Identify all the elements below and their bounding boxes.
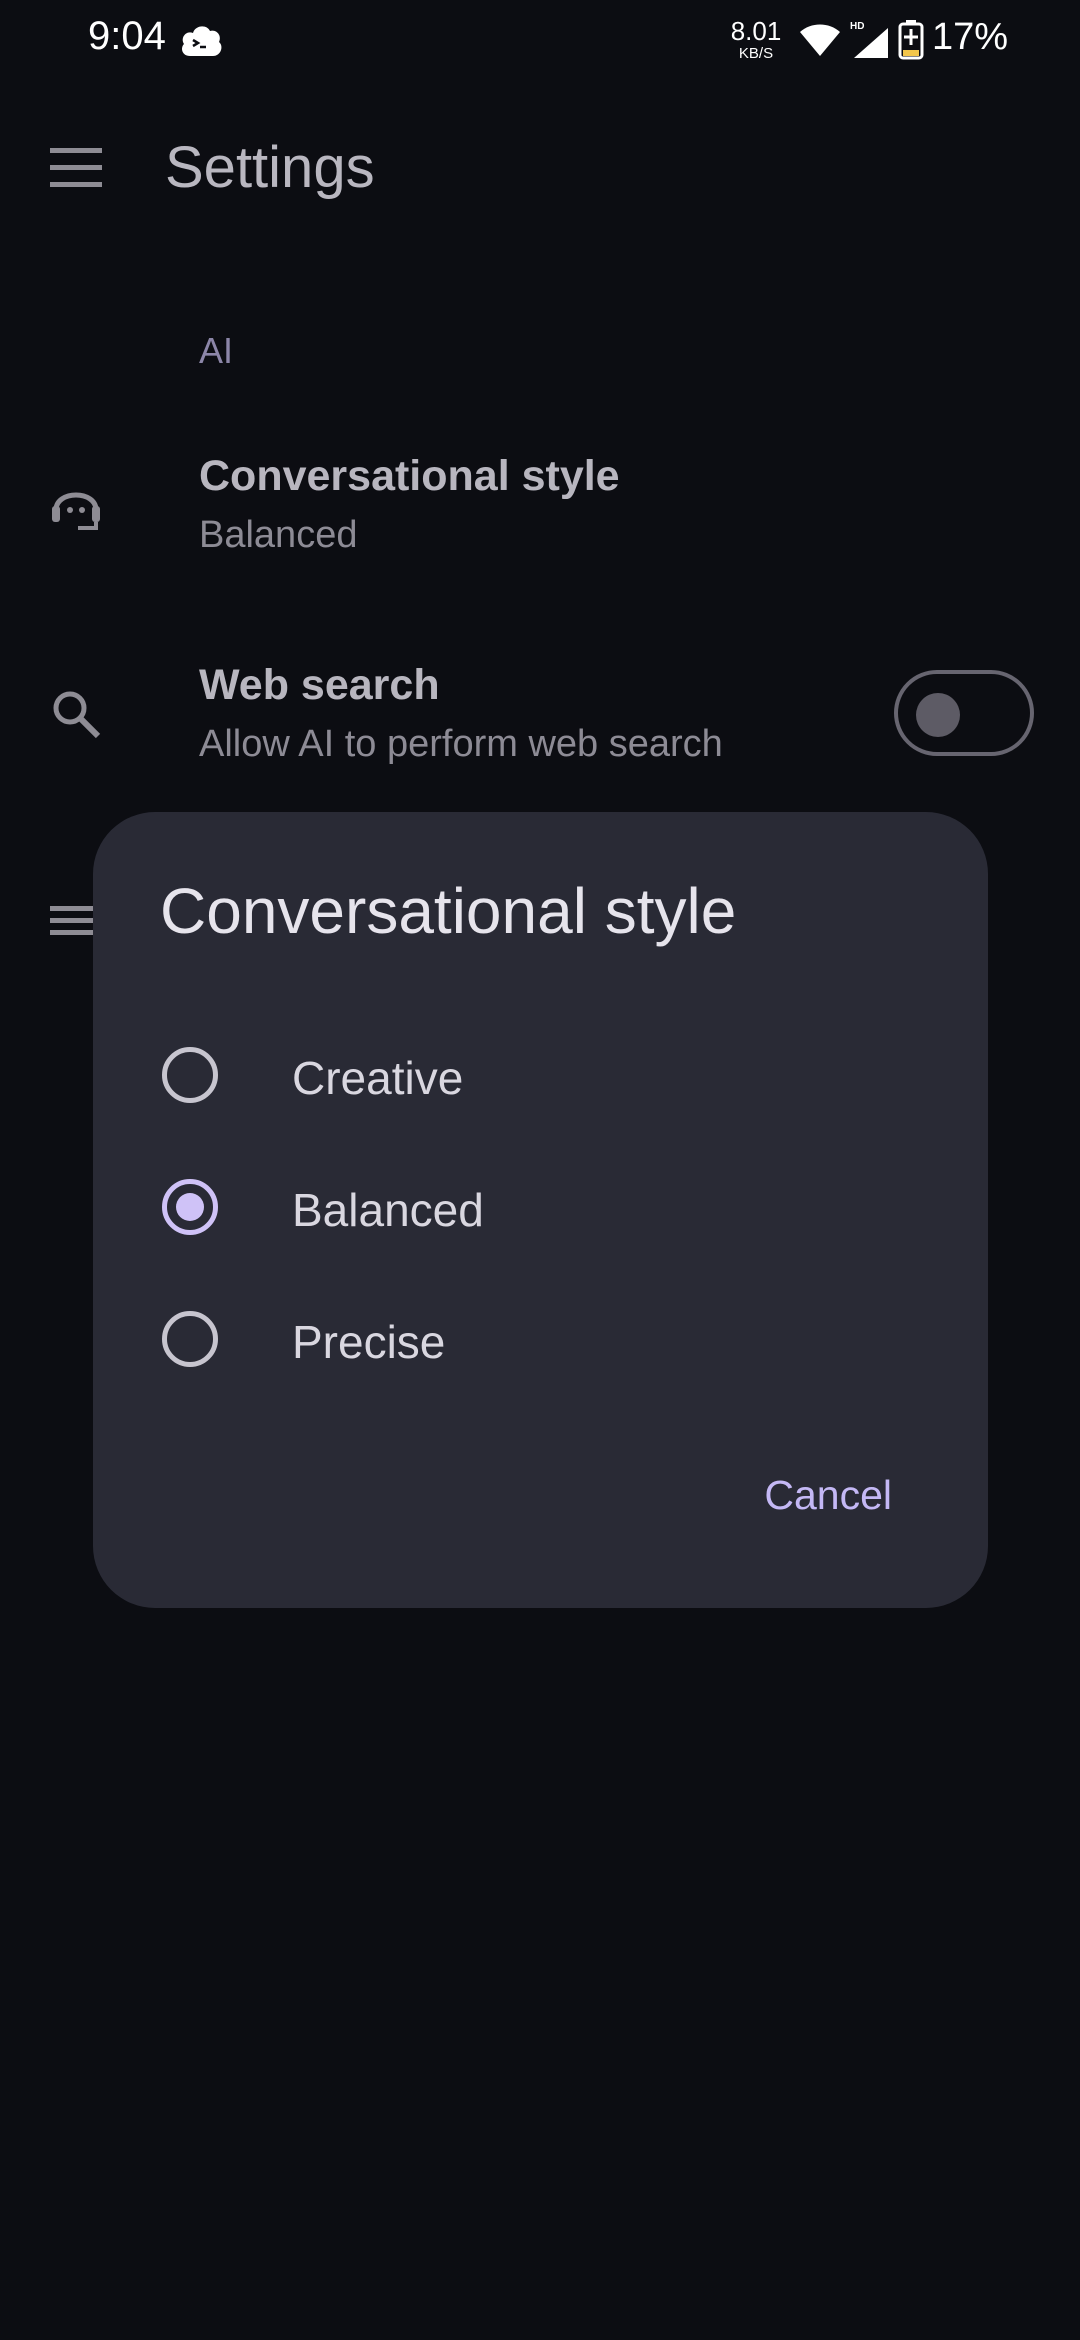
radio-button[interactable] xyxy=(162,1047,218,1103)
cancel-button[interactable]: Cancel xyxy=(764,1472,892,1519)
conversational-style-title: Conversational style xyxy=(199,452,620,500)
web-search-toggle[interactable] xyxy=(894,670,1034,756)
network-rate: 8.01 xyxy=(730,16,782,46)
battery-charging-icon xyxy=(898,20,924,60)
option-precise[interactable]: Precise xyxy=(93,1275,988,1403)
section-header-ai: AI xyxy=(199,330,234,371)
option-creative[interactable]: Creative xyxy=(93,1011,988,1139)
cell-signal-icon: HD xyxy=(850,21,888,58)
dialog-title: Conversational style xyxy=(160,875,737,947)
radio-button-selected[interactable] xyxy=(162,1179,218,1235)
support-agent-icon xyxy=(52,492,100,530)
toggle-thumb xyxy=(916,693,960,737)
network-badge: HD xyxy=(850,21,864,32)
web-search-summary: Allow AI to perform web search xyxy=(199,723,723,765)
web-search-title: Web search xyxy=(199,661,440,709)
conversational-style-dialog: Conversational style Creative Balanced P… xyxy=(93,812,988,1608)
network-rate-unit: KB/S xyxy=(738,45,774,62)
battery-percentage: 17% xyxy=(932,16,1009,58)
page-title: Settings xyxy=(165,135,375,200)
status-time: 9:04 xyxy=(88,14,166,58)
status-bar: 9:04 8.01 KB/S HD 17% xyxy=(0,0,1080,84)
network-speed: 8.01 KB/S xyxy=(726,18,786,61)
radio-button[interactable] xyxy=(162,1311,218,1367)
option-label: Creative xyxy=(292,1052,464,1104)
cloud-terminal-icon xyxy=(182,26,222,56)
option-label: Balanced xyxy=(292,1184,484,1236)
option-balanced[interactable]: Balanced xyxy=(93,1143,988,1271)
hamburger-menu-icon[interactable] xyxy=(46,140,108,196)
option-label: Precise xyxy=(292,1316,446,1368)
search-icon xyxy=(53,691,101,739)
wifi-icon xyxy=(800,24,840,56)
conversational-style-summary: Balanced xyxy=(199,514,358,556)
